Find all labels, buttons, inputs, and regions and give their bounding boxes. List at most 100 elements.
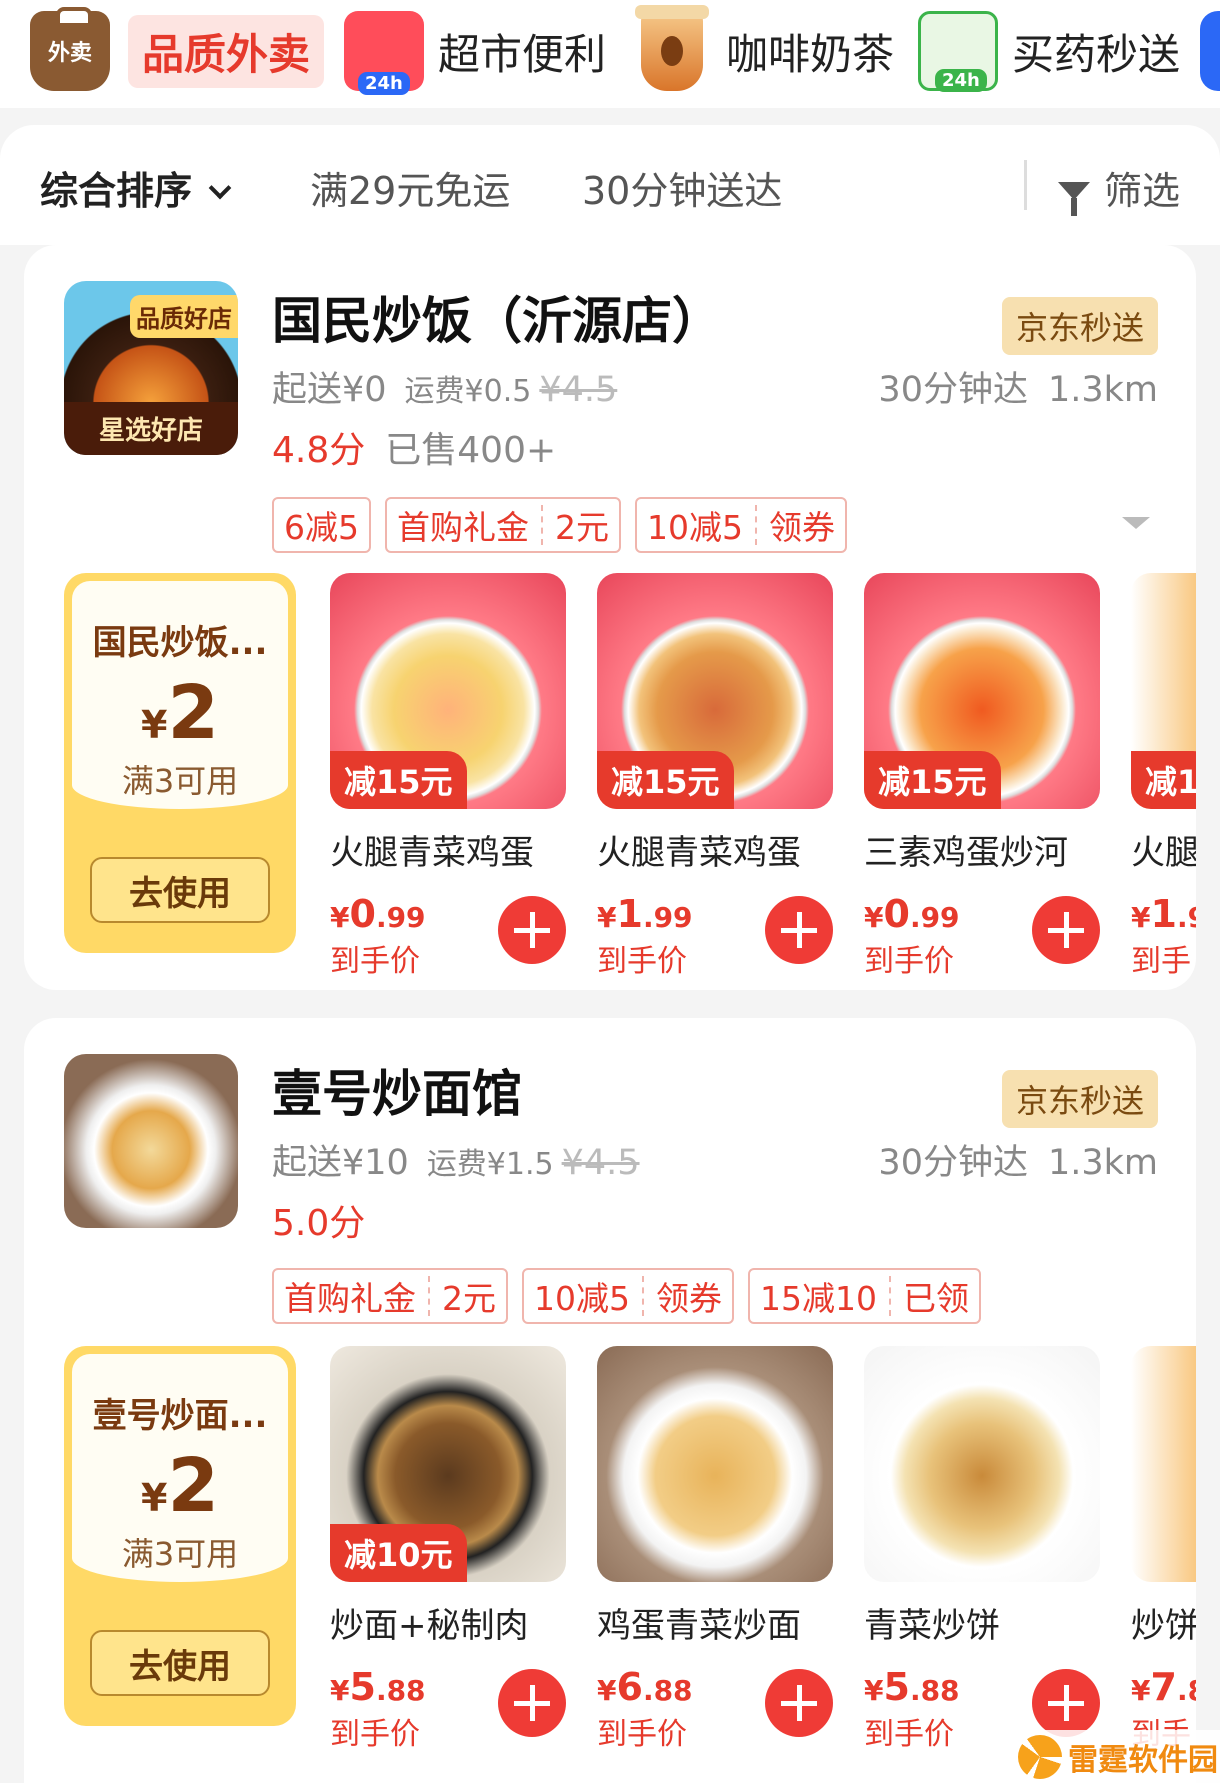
original-fee: ¥4.5 xyxy=(539,370,618,410)
filter-free-delivery[interactable]: 满29元免运 xyxy=(310,160,510,215)
sort-dropdown[interactable]: 综合排序 xyxy=(40,160,232,215)
product-name: 鸡蛋青菜炒面 xyxy=(597,1606,801,1646)
currency-symbol: ¥ xyxy=(1131,901,1151,934)
shop-meta: 起送¥10 运费¥1.5 ¥4.5 xyxy=(272,1134,640,1185)
price-decimal: .99 xyxy=(375,901,426,934)
tag-action: 已领 xyxy=(902,1279,969,1318)
coupon-condition: 满3可用 xyxy=(121,762,239,800)
coupon-value: 2 xyxy=(167,670,219,756)
coupon-value: 2 xyxy=(167,1443,219,1529)
coupon-amount: ¥2 xyxy=(72,1443,288,1529)
product-price: ¥7.8 xyxy=(1131,1665,1196,1709)
discount-badge: 减15元 xyxy=(864,751,1001,809)
add-to-cart-button[interactable] xyxy=(498,896,566,964)
add-to-cart-button[interactable] xyxy=(765,896,833,964)
product-item[interactable]: 减15元 火腿青菜鸡蛋 ¥1.99 到手价 xyxy=(597,573,833,980)
shop-rating: 4.8分 已售400+ xyxy=(272,421,556,473)
product-item[interactable]: 减10元 炒面+秘制肉 ¥5.88 到手价 xyxy=(330,1346,566,1753)
price-decimal: .9 xyxy=(1176,901,1196,934)
store-coupon[interactable]: 国民炒饭... ¥2 满3可用 去使用 xyxy=(64,573,296,953)
store-coupon[interactable]: 壹号炒面... ¥2 满3可用 去使用 xyxy=(64,1346,296,1726)
filter-button[interactable]: 筛选 xyxy=(1058,160,1181,216)
category-label: 品质外卖 xyxy=(128,14,325,88)
category-label: 买药秒送 xyxy=(1012,29,1181,79)
use-coupon-button[interactable]: 去使用 xyxy=(90,1630,270,1696)
use-coupon-button[interactable]: 去使用 xyxy=(90,857,270,923)
shop-card[interactable]: 品质好店 星选好店 国民炒饭（沂源店） 京东秒送 起送¥0 运费¥0.5 ¥4.5 … xyxy=(24,245,1196,990)
category-coffee[interactable]: 咖啡奶茶 xyxy=(632,5,894,94)
tag-text: 10减5 xyxy=(647,508,743,547)
shop-name[interactable]: 壹号炒面馆 xyxy=(272,1054,522,1126)
sold-count: 已售400+ xyxy=(385,430,557,471)
shop-rating: 5.0分 xyxy=(272,1194,365,1246)
product-price: ¥1.9 xyxy=(1131,892,1196,936)
product-image[interactable] xyxy=(864,1346,1100,1582)
add-to-cart-button[interactable] xyxy=(1032,1669,1100,1737)
sort-label: 综合排序 xyxy=(40,169,193,213)
expand-arrow-icon[interactable] xyxy=(1122,517,1150,529)
product-image[interactable]: 减15元 xyxy=(597,573,833,809)
price-decimal: .8 xyxy=(1176,1674,1196,1707)
product-item[interactable]: 减1 火腿 ¥1.9 到手 xyxy=(1131,573,1196,980)
price-integer: 0 xyxy=(349,892,376,936)
rating-score: 5.0分 xyxy=(272,1203,366,1244)
shop-logo[interactable]: 品质好店 星选好店 xyxy=(64,281,238,455)
coupon-shop-name: 壹号炒面... xyxy=(92,1396,268,1436)
medicine-icon: 24h xyxy=(918,11,998,92)
currency-symbol: ¥ xyxy=(330,1674,350,1707)
promo-tag[interactable]: 10减5 领券 xyxy=(522,1268,734,1324)
category-more[interactable] xyxy=(1200,8,1220,94)
product-name: 炒饼 xyxy=(1131,1606,1196,1646)
price-decimal: .88 xyxy=(909,1674,960,1707)
tag-separator xyxy=(642,1276,644,1316)
tag-text: 6减5 xyxy=(284,508,359,547)
promo-tags: 6减5 首购礼金 2元 10减5 领券 xyxy=(272,497,847,553)
category-supermarket[interactable]: 24h 超市便利 xyxy=(344,8,606,95)
product-image[interactable]: 减15元 xyxy=(864,573,1100,809)
currency-symbol: ¥ xyxy=(864,1674,884,1707)
product-image[interactable] xyxy=(597,1346,833,1582)
product-item[interactable]: 鸡蛋青菜炒面 ¥6.88 到手价 xyxy=(597,1346,833,1753)
tag-separator xyxy=(428,1276,430,1316)
shop-card[interactable]: 壹号炒面馆 京东秒送 起送¥10 运费¥1.5 ¥4.5 30分钟达 1.3km 5.… xyxy=(24,1018,1196,1783)
product-item[interactable]: 青菜炒饼 ¥5.88 到手价 xyxy=(864,1346,1100,1753)
add-to-cart-button[interactable] xyxy=(498,1669,566,1737)
price-integer: 1 xyxy=(1150,892,1177,936)
filter-label: 筛选 xyxy=(1104,169,1181,213)
product-image[interactable]: 减15元 xyxy=(330,573,566,809)
shop-logo[interactable] xyxy=(64,1054,238,1228)
divider xyxy=(1024,160,1027,210)
product-item[interactable]: 减15元 三素鸡蛋炒河 ¥0.99 到手价 xyxy=(864,573,1100,980)
tag-text: 15减10 xyxy=(760,1279,877,1318)
more-category-icon xyxy=(1200,11,1220,91)
discount-badge: 减15元 xyxy=(597,751,734,809)
promo-tag[interactable]: 首购礼金 2元 xyxy=(385,497,621,553)
product-image[interactable]: 减10元 xyxy=(330,1346,566,1582)
shop-eta: 30分钟达 1.3km xyxy=(858,361,1158,412)
product-image[interactable]: 减1 xyxy=(1131,573,1196,809)
promo-tag[interactable]: 6减5 xyxy=(272,497,371,553)
product-image[interactable] xyxy=(1131,1346,1196,1582)
tag-text: 10减5 xyxy=(534,1279,630,1318)
promo-tag[interactable]: 10减5 领券 xyxy=(635,497,847,553)
category-takeout[interactable]: 外卖 品质外卖 xyxy=(30,7,325,94)
promo-tag[interactable]: 首购礼金 2元 xyxy=(272,1268,508,1324)
tag-separator xyxy=(755,505,757,545)
price-decimal: .88 xyxy=(375,1674,426,1707)
add-to-cart-button[interactable] xyxy=(1032,896,1100,964)
add-to-cart-button[interactable] xyxy=(765,1669,833,1737)
currency-symbol: ¥ xyxy=(597,901,617,934)
shop-name[interactable]: 国民炒饭（沂源店） xyxy=(272,281,722,353)
product-item[interactable]: 炒饼 ¥7.8 到手 xyxy=(1131,1346,1196,1753)
filter-fast-delivery[interactable]: 30分钟送达 xyxy=(582,160,782,215)
category-medicine[interactable]: 24h 买药秒送 xyxy=(918,8,1180,94)
delivery-time: 30分钟达 xyxy=(878,370,1028,410)
tag-text: 首购礼金 xyxy=(284,1279,416,1318)
promo-tag[interactable]: 15减10 已领 xyxy=(748,1268,981,1324)
promo-tags: 首购礼金 2元 10减5 领券 15减10 已领 xyxy=(272,1268,981,1324)
price-integer: 1 xyxy=(616,892,643,936)
sort-bar: 综合排序 满29元免运 30分钟送达 筛选 xyxy=(0,125,1220,245)
coupon-body: 国民炒饭... ¥2 满3可用 xyxy=(72,581,288,809)
delivery-fee: 运费¥0.5 xyxy=(404,374,532,409)
product-item[interactable]: 减15元 火腿青菜鸡蛋 ¥0.99 到手价 xyxy=(330,573,566,980)
